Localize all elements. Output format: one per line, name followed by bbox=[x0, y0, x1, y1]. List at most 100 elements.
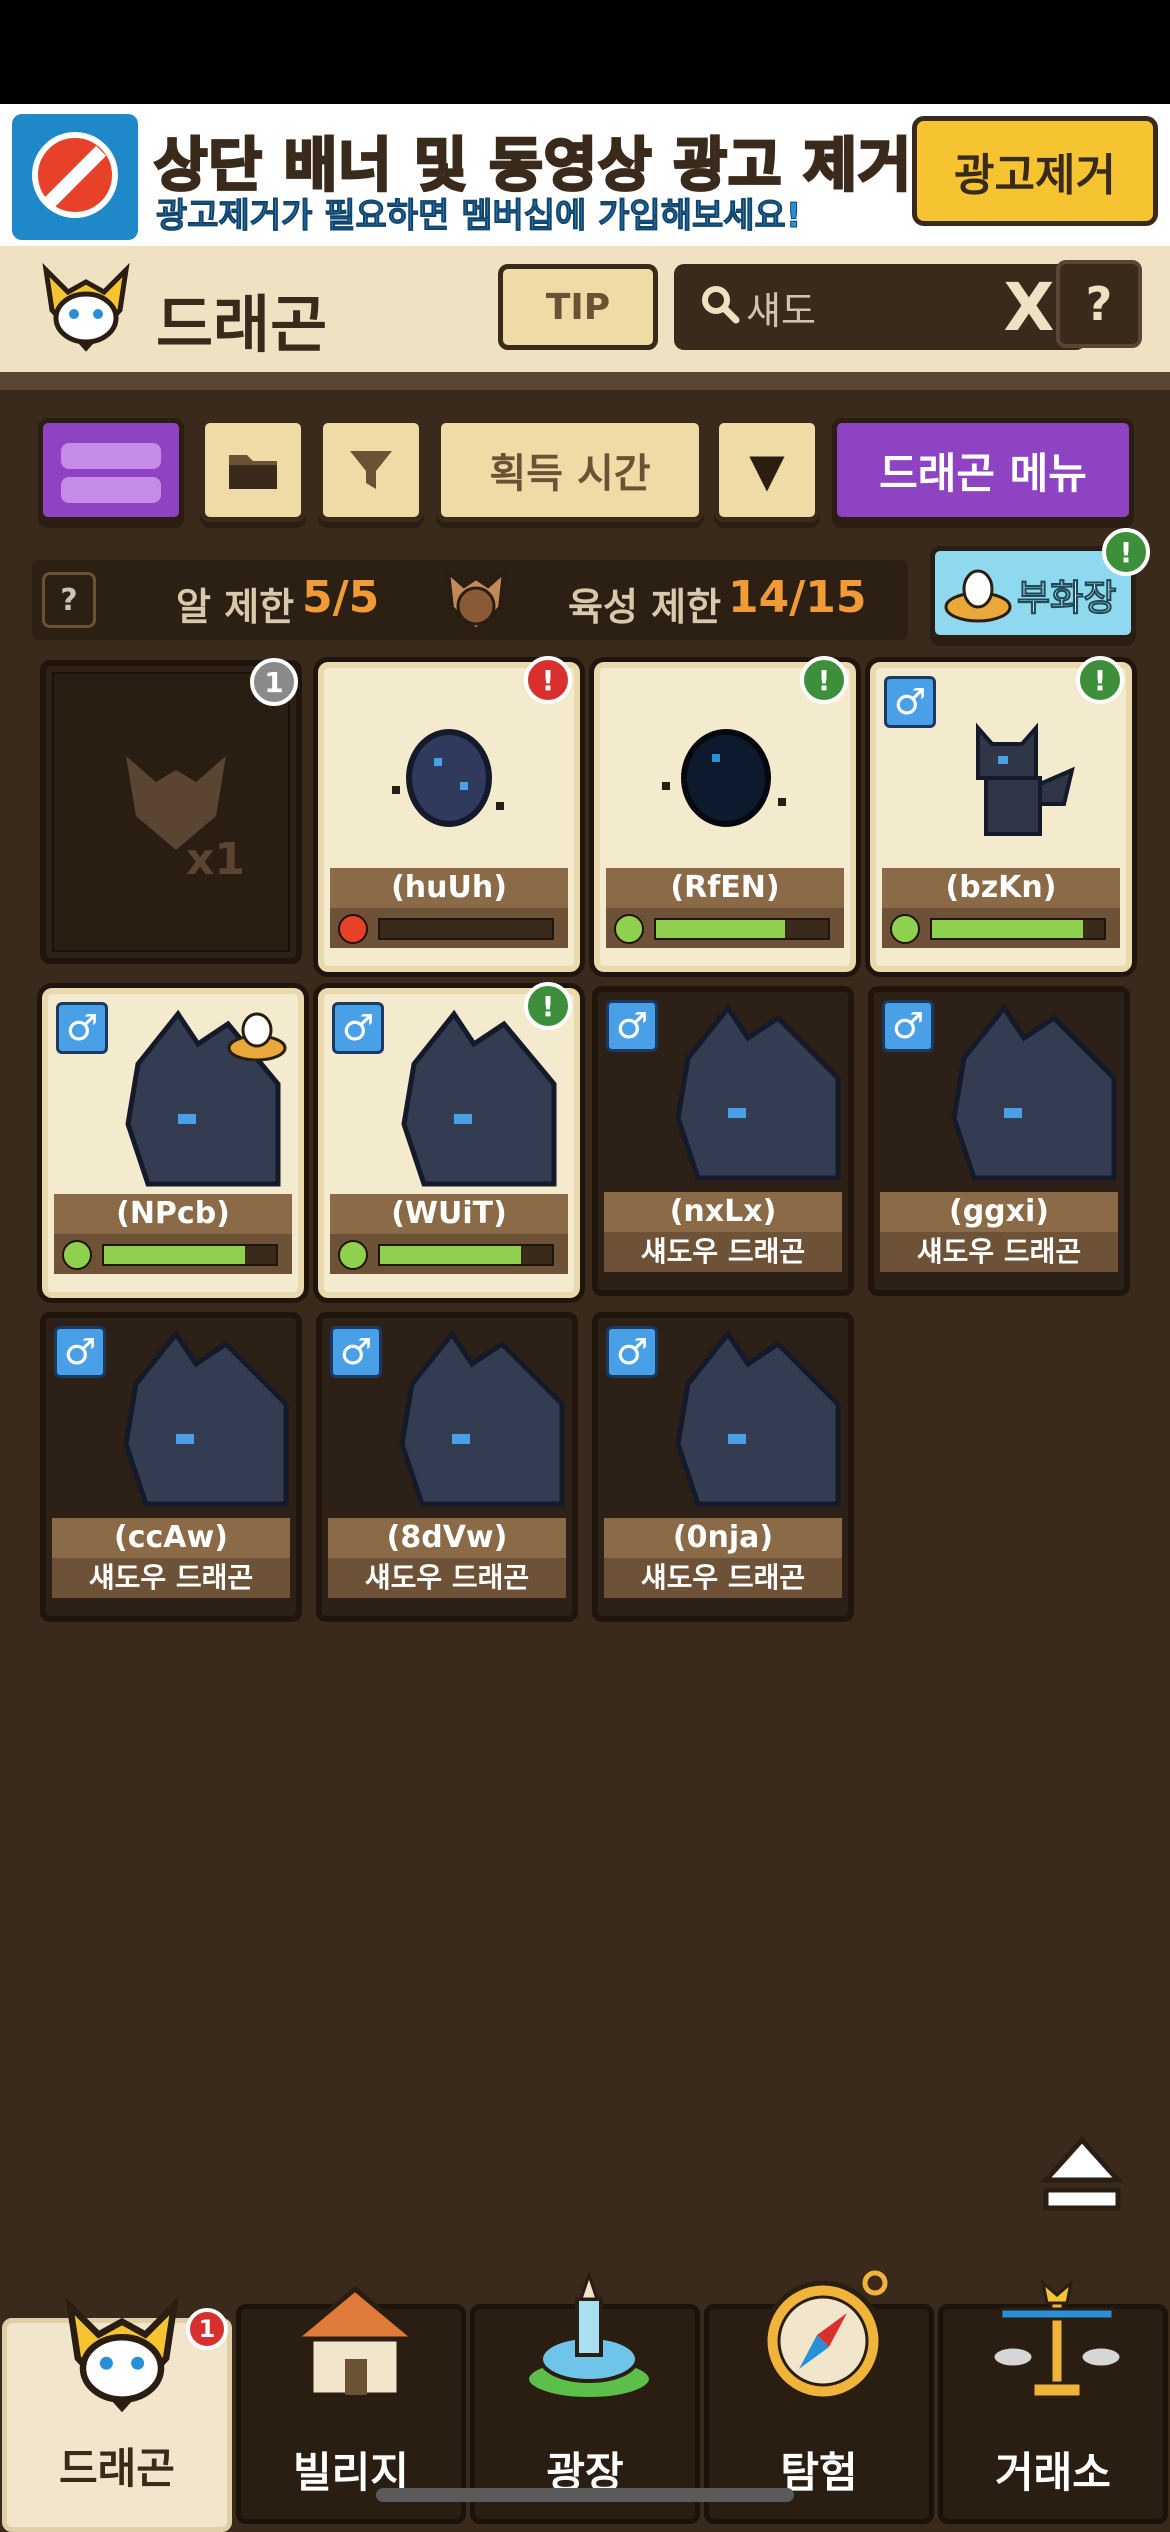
dragon-card[interactable]: ♂ (bzKn) bbox=[865, 657, 1137, 977]
sort-order-button[interactable]: 획득 시간 bbox=[436, 418, 704, 522]
limits-help-button[interactable]: ? bbox=[42, 572, 96, 628]
egg-nest-icon bbox=[944, 569, 1012, 623]
filter-icon bbox=[350, 451, 392, 489]
raise-limit-label: 육성 제한 bbox=[568, 585, 722, 629]
tab-label: 거래소 bbox=[995, 2448, 1111, 2497]
banner-subtitle: 광고제거가 필요하면 멤버십에 가입해보세요! bbox=[155, 196, 802, 237]
male-icon: ♂ bbox=[56, 1002, 108, 1054]
shadow-dragon-sprite bbox=[401, 1009, 557, 1187]
egg-nest-icon bbox=[227, 1012, 287, 1062]
baby-dragon-sprite bbox=[976, 722, 1075, 836]
village-house-icon bbox=[288, 2285, 422, 2398]
egg-limit-value: 5/5 bbox=[302, 572, 380, 623]
filter-button[interactable] bbox=[318, 418, 424, 522]
dragon-name: (WUiT) bbox=[330, 1194, 568, 1234]
tab-exchange[interactable]: 거래소 bbox=[938, 2279, 1168, 2524]
view-toggle-button[interactable] bbox=[38, 418, 184, 522]
header-divider bbox=[0, 372, 1170, 390]
shadow-dragon-sprite bbox=[399, 1329, 565, 1507]
folder-icon bbox=[229, 455, 277, 489]
sort-direction-button[interactable]: ▼ bbox=[714, 418, 820, 522]
dragon-name: (8dVw) bbox=[328, 1518, 566, 1558]
tip-button[interactable]: TIP bbox=[498, 264, 658, 350]
help-button[interactable]: ? bbox=[1056, 260, 1142, 348]
dragon-species: 섀도우 드래곤 bbox=[604, 1558, 842, 1598]
home-indicator bbox=[376, 2488, 794, 2502]
hp-bar bbox=[606, 908, 844, 948]
hp-bar bbox=[330, 1234, 568, 1274]
male-icon: ♂ bbox=[606, 1000, 658, 1052]
dragon-card[interactable]: ♂ (8dVw) 섀도우 드래곤 bbox=[316, 1312, 578, 1622]
male-icon: ♂ bbox=[332, 1002, 384, 1054]
dragon-name: (NPcb) bbox=[54, 1194, 292, 1234]
dragon-card[interactable]: ♂ (WUiT) bbox=[313, 983, 585, 1303]
happy-face-icon bbox=[62, 1240, 92, 1270]
shadow-dragon-sprite bbox=[675, 1329, 841, 1507]
dragon-name: (RfEN) bbox=[606, 868, 844, 908]
dragon-species: 섀도우 드래곤 bbox=[328, 1558, 566, 1598]
tab-dragon[interactable]: 드래곤 bbox=[2, 2296, 232, 2532]
tab-label: 드래곤 bbox=[59, 2444, 175, 2493]
dragon-card[interactable]: (huUh) bbox=[313, 657, 585, 977]
shadow-dragon-sprite bbox=[675, 1003, 841, 1181]
dragon-name: (ggxi) bbox=[880, 1192, 1118, 1232]
dragon-card[interactable]: ♂ (0nja) 섀도우 드래곤 bbox=[592, 1312, 854, 1622]
dragon-face-icon bbox=[445, 567, 507, 633]
alert-badge: ! bbox=[524, 656, 572, 704]
compass-icon bbox=[762, 2270, 888, 2402]
tab-notification-badge: 1 bbox=[186, 2308, 228, 2350]
card-count-badge: 1 bbox=[250, 658, 298, 706]
male-icon: ♂ bbox=[884, 676, 936, 728]
happy-face-icon bbox=[890, 914, 920, 944]
dragon-card[interactable]: ♂ (NPcb) bbox=[37, 983, 309, 1303]
egg-limit-label: 알 제한 bbox=[176, 585, 295, 629]
male-icon: ♂ bbox=[54, 1326, 106, 1378]
dragon-card[interactable]: ♂ (ggxi) 섀도우 드래곤 bbox=[868, 986, 1130, 1296]
dark-egg-icon bbox=[392, 729, 504, 827]
dragon-logo-icon bbox=[42, 262, 130, 352]
dragon-species: 섀도우 드래곤 bbox=[604, 1232, 842, 1272]
dragon-species: 섀도우 드래곤 bbox=[880, 1232, 1118, 1272]
male-icon: ♂ bbox=[606, 1326, 658, 1378]
hp-bar bbox=[54, 1234, 292, 1274]
happy-face-icon bbox=[614, 914, 644, 944]
dragon-menu-button[interactable]: 드래곤 메뉴 bbox=[832, 418, 1134, 522]
search-box[interactable]: X bbox=[674, 264, 1086, 350]
dragon-name: (ccAw) bbox=[52, 1518, 290, 1558]
nursery-label: 부화장 bbox=[1016, 578, 1117, 620]
scales-icon bbox=[991, 2279, 1123, 2399]
dragon-logo-icon bbox=[65, 2296, 179, 2413]
dragon-name: (0nja) bbox=[604, 1518, 842, 1558]
eject-icon[interactable] bbox=[1040, 2134, 1124, 2214]
dragon-card[interactable]: (RfEN) bbox=[589, 657, 861, 977]
raise-limit-value: 14/15 bbox=[728, 572, 867, 623]
header: 드래곤 TIP X ? bbox=[0, 246, 1170, 378]
dragon-name: (huUh) bbox=[330, 868, 568, 908]
status-bar bbox=[0, 0, 1170, 104]
shadow-dragon-sprite bbox=[951, 1003, 1117, 1181]
dragon-card[interactable]: ♂ (nxLx) 섀도우 드래곤 bbox=[592, 986, 854, 1296]
placeholder-count: x1 bbox=[186, 834, 245, 885]
limits-bar: ? 알 제한 5/5 육성 제한 14/15 bbox=[32, 560, 908, 640]
remove-ads-button[interactable]: 광고제거 bbox=[912, 116, 1158, 226]
no-ads-icon bbox=[12, 114, 138, 240]
search-input[interactable] bbox=[744, 278, 988, 336]
alert-badge: ! bbox=[524, 982, 572, 1030]
dragon-name: (nxLx) bbox=[604, 1192, 842, 1232]
angry-face-icon bbox=[338, 914, 368, 944]
happy-face-icon bbox=[338, 1240, 368, 1270]
folder-button[interactable] bbox=[200, 418, 306, 522]
hp-bar bbox=[330, 908, 568, 948]
dragon-species: 섀도우 드래곤 bbox=[52, 1558, 290, 1598]
male-icon: ♂ bbox=[882, 1000, 934, 1052]
dragon-card[interactable]: ♂ (ccAw) 섀도우 드래곤 bbox=[40, 1312, 302, 1622]
hp-bar bbox=[882, 908, 1120, 948]
alert-badge: ! bbox=[1076, 656, 1124, 704]
page-title: 드래곤 bbox=[156, 288, 328, 361]
fountain-icon bbox=[525, 2270, 653, 2401]
dark-egg-icon bbox=[662, 729, 786, 827]
dragon-card-placeholder[interactable]: x1 bbox=[40, 660, 302, 964]
ad-banner[interactable]: 상단 배너 및 동영상 광고 제거! 광고제거가 필요하면 멤버십에 가입해보세… bbox=[0, 104, 1170, 246]
shadow-dragon-sprite bbox=[123, 1329, 289, 1507]
dragon-name: (bzKn) bbox=[882, 868, 1120, 908]
